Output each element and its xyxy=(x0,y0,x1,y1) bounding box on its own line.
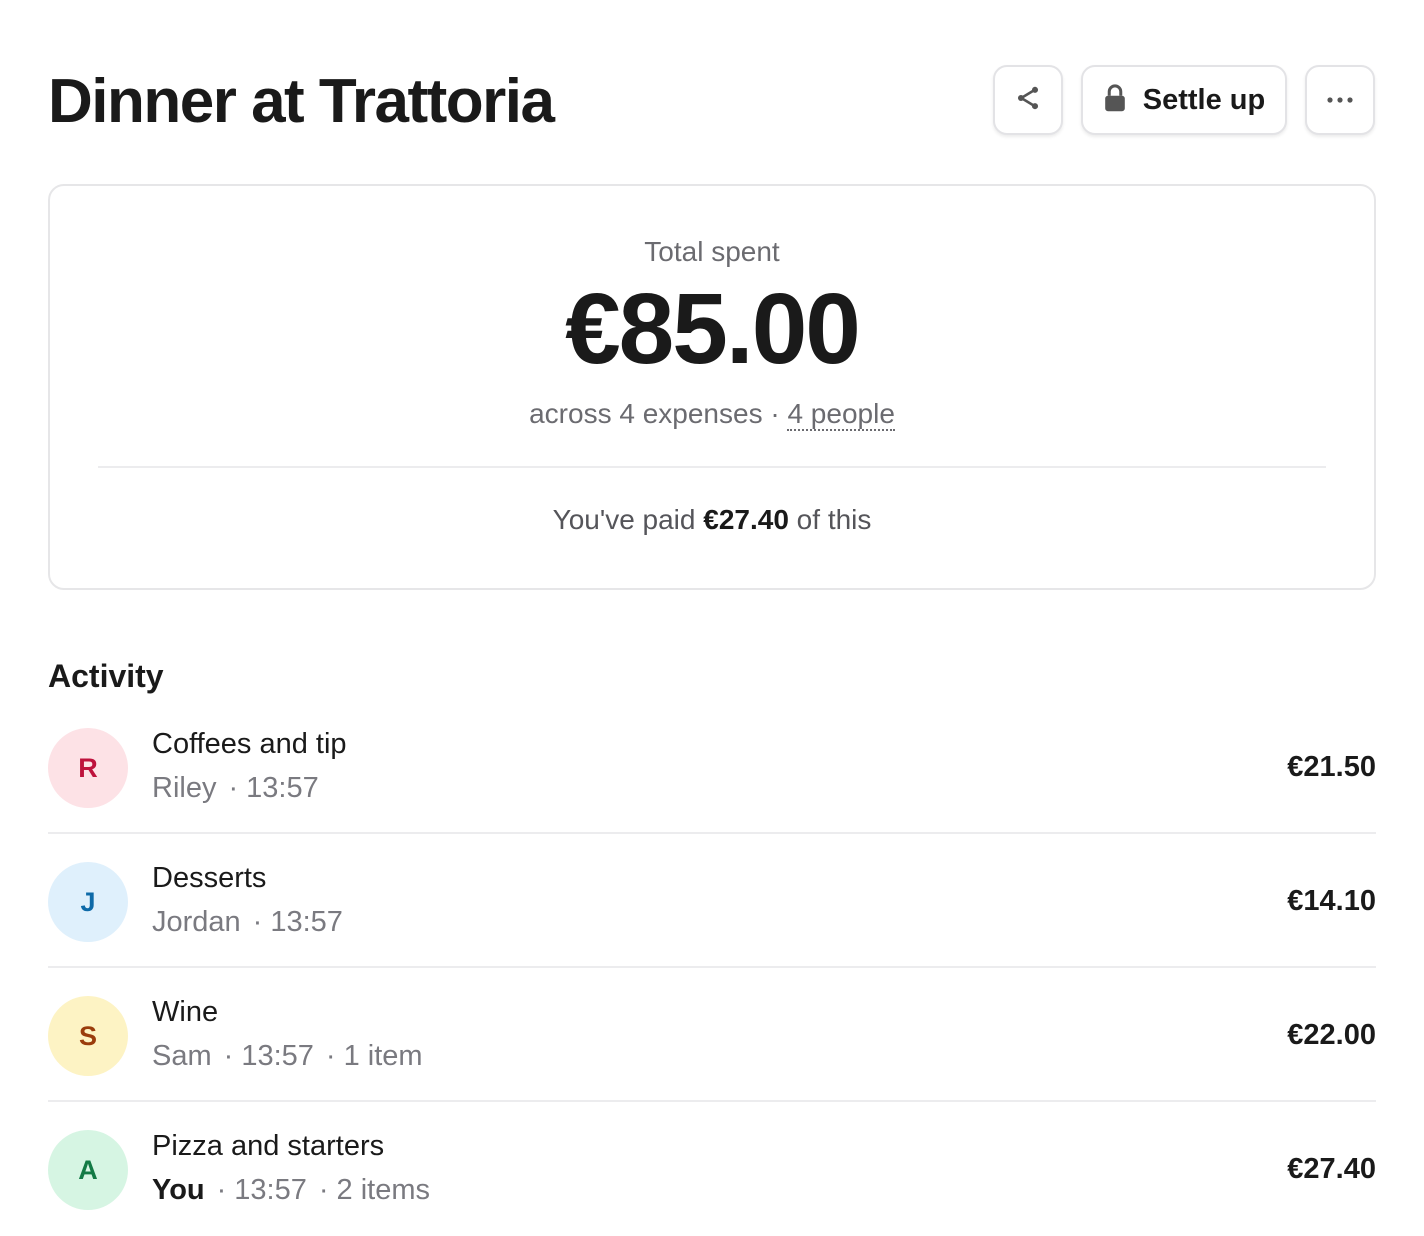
lock-icon xyxy=(1103,83,1127,118)
activity-row[interactable]: R Coffees and tip Riley · 13:57 €21.50 xyxy=(48,700,1376,834)
settle-up-label: Settle up xyxy=(1142,83,1266,116)
activity-list: R Coffees and tip Riley · 13:57 €21.50 J Desser… xyxy=(48,700,1376,1236)
total-label: Total spent xyxy=(644,236,780,267)
page: Dinner at Trattoria Settle up Total spen… xyxy=(0,0,1424,1236)
activity-row[interactable]: A Pizza and starters You · 13:57 · 2 items €27.… xyxy=(48,1102,1376,1236)
item-count: 1 item xyxy=(343,1040,423,1072)
expense-title: Desserts xyxy=(152,862,267,894)
card-divider xyxy=(98,466,1326,468)
expense-title: Pizza and starters xyxy=(152,1130,385,1162)
total-amount: €85.00 xyxy=(565,273,861,385)
avatar: S xyxy=(48,996,128,1076)
expense-time: 13:57 xyxy=(234,1174,307,1206)
paid-suffix: of this xyxy=(788,504,872,535)
your-share-text: You've paid €27.40 of this xyxy=(50,504,1374,536)
page-title: Dinner at Trattoria xyxy=(48,67,555,136)
activity-heading: Activity xyxy=(48,658,164,694)
expense-meta: Jordan · 13:57 xyxy=(152,906,343,939)
total-subtitle: across 4 expenses · 4 people xyxy=(50,398,1374,431)
expenses-count: across 4 expenses · xyxy=(529,398,788,429)
settle-up-button[interactable]: Settle up xyxy=(1081,65,1287,135)
expense-meta: Riley · 13:57 xyxy=(152,772,319,805)
separator-dot: · xyxy=(325,1040,336,1072)
more-horizontal-icon xyxy=(1326,91,1354,109)
expense-amount: €27.40 xyxy=(1287,1153,1376,1185)
payer-name: Jordan xyxy=(152,906,241,938)
share-button[interactable] xyxy=(993,65,1063,135)
expense-amount: €14.10 xyxy=(1287,885,1376,917)
paid-prefix: You've paid xyxy=(552,504,704,535)
avatar: R xyxy=(48,728,128,808)
activity-row[interactable]: S Wine Sam · 13:57 · 1 item €22.00 xyxy=(48,968,1376,1102)
share-icon xyxy=(1014,84,1042,117)
avatar: A xyxy=(48,1130,128,1210)
more-options-button[interactable] xyxy=(1305,65,1375,135)
expense-title: Wine xyxy=(152,996,219,1028)
expense-title: Coffees and tip xyxy=(152,728,347,760)
separator-dot: · xyxy=(318,1174,329,1206)
expense-meta: Sam · 13:57 · 1 item xyxy=(152,1040,423,1073)
separator-dot: · xyxy=(223,1040,234,1072)
expense-time: 13:57 xyxy=(241,1040,314,1072)
avatar: J xyxy=(48,862,128,942)
item-count: 2 items xyxy=(336,1174,431,1206)
payer-name: You xyxy=(152,1174,205,1206)
separator-dot: · xyxy=(228,772,239,804)
expense-amount: €21.50 xyxy=(1287,751,1376,783)
summary-card: Total spent €85.00 across 4 expenses · 4… xyxy=(48,184,1376,590)
expense-time: 13:57 xyxy=(246,772,319,804)
payer-name: Sam xyxy=(152,1040,212,1072)
payer-name: Riley xyxy=(152,772,217,804)
people-link[interactable]: 4 people xyxy=(787,398,895,431)
expense-time: 13:57 xyxy=(270,906,343,938)
expense-amount: €22.00 xyxy=(1287,1019,1376,1051)
activity-row[interactable]: J Desserts Jordan · 13:57 €14.10 xyxy=(48,834,1376,968)
separator-dot: · xyxy=(216,1174,227,1206)
paid-amount: €27.40 xyxy=(703,504,789,535)
separator-dot: · xyxy=(252,906,263,938)
expense-meta: You · 13:57 · 2 items xyxy=(152,1174,430,1207)
